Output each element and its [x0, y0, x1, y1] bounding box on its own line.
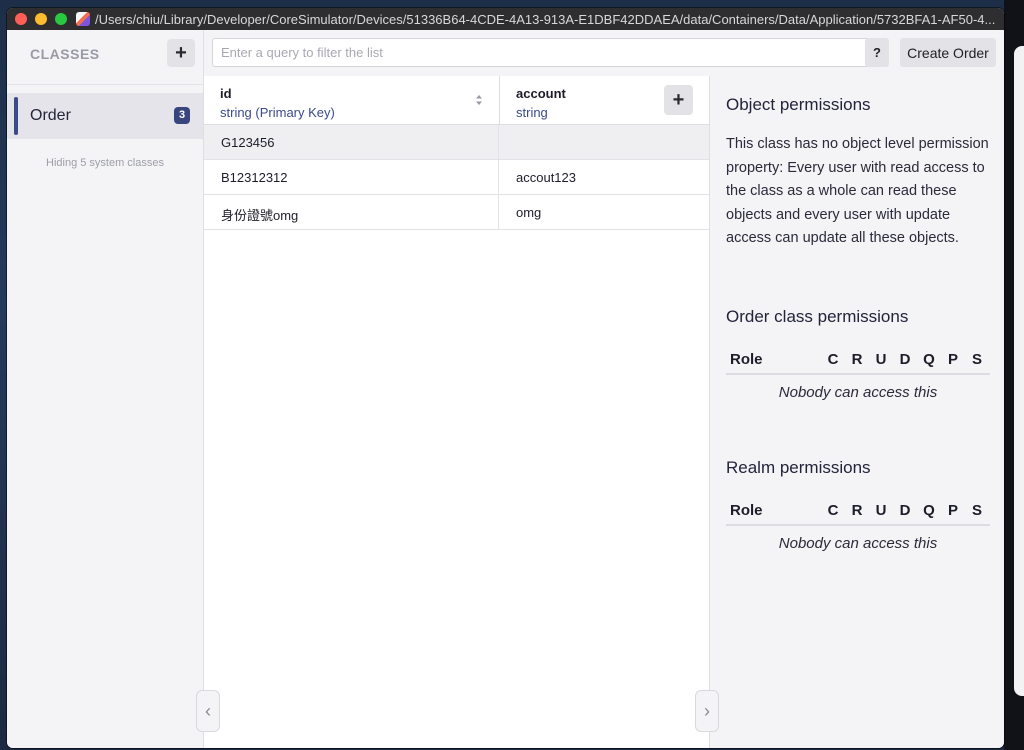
column-name: account: [516, 86, 566, 101]
objects-table: id string (Primary Key) account string +…: [204, 76, 709, 748]
column-type: string: [516, 105, 548, 120]
cell-id[interactable]: G123456: [204, 125, 499, 159]
permission-letters: C R U D Q P S: [827, 502, 982, 519]
permission-letters: C R U D Q P S: [827, 351, 982, 368]
class-name: Order: [30, 107, 71, 124]
cell-account[interactable]: omg: [499, 195, 709, 229]
sidebar-title: CLASSES: [30, 46, 100, 62]
column-type: string (Primary Key): [220, 105, 335, 120]
table-row[interactable]: B12312312 accout123: [204, 160, 709, 195]
zoom-window-button[interactable]: [55, 13, 67, 25]
title-bar: /Users/chiu/Library/Developer/CoreSimula…: [7, 8, 1004, 31]
minimize-window-button[interactable]: [35, 13, 47, 25]
sidebar-header: CLASSES +: [7, 30, 203, 85]
chevron-right-icon[interactable]: ›: [695, 690, 719, 732]
cell-id[interactable]: 身份證號omg: [204, 195, 499, 229]
sidebar-item-order[interactable]: Order 3: [7, 93, 203, 139]
column-name: id: [220, 86, 232, 101]
object-permissions-title: Object permissions: [726, 95, 871, 114]
class-permissions-title: Order class permissions: [726, 307, 909, 326]
class-permissions-header: Role C R U D Q P S: [726, 347, 990, 375]
object-count-badge: 3: [174, 107, 190, 124]
role-header: Role: [730, 351, 763, 368]
close-window-button[interactable]: [15, 13, 27, 25]
realm-permissions-empty: Nobody can access this: [778, 535, 938, 552]
cell-id[interactable]: B12312312: [204, 160, 499, 194]
query-help-button[interactable]: ?: [865, 38, 889, 67]
table-row[interactable]: 身份證號omg omg: [204, 195, 709, 230]
role-header: Role: [730, 502, 763, 519]
background-window-edge: [1014, 46, 1024, 696]
query-bar: ? Create Order: [204, 30, 1004, 76]
window-title: /Users/chiu/Library/Developer/CoreSimula…: [95, 11, 996, 27]
permissions-panel: Object permissions This class has no obj…: [709, 76, 1004, 748]
table-row[interactable]: G123456: [204, 125, 709, 160]
sort-icon[interactable]: [475, 94, 483, 106]
realm-permissions-title: Realm permissions: [726, 458, 871, 477]
selection-indicator: [14, 97, 18, 135]
chevron-left-icon[interactable]: ‹: [196, 690, 220, 732]
cell-account[interactable]: [499, 125, 709, 159]
hiding-system-classes-note[interactable]: Hiding 5 system classes: [7, 157, 203, 169]
cell-account[interactable]: accout123: [499, 160, 709, 194]
realm-app-icon: [76, 12, 90, 26]
classes-sidebar: CLASSES + Order 3 Hiding 5 system classe…: [7, 30, 204, 748]
add-class-button[interactable]: +: [167, 39, 195, 67]
object-permissions-text: This class has no object level permissio…: [726, 136, 989, 247]
app-window: /Users/chiu/Library/Developer/CoreSimula…: [7, 8, 1004, 748]
column-header-id[interactable]: id string (Primary Key): [204, 76, 500, 125]
add-property-button[interactable]: +: [664, 85, 693, 115]
create-order-button[interactable]: Create Order: [900, 38, 996, 67]
class-permissions-empty: Nobody can access this: [778, 384, 938, 401]
query-input[interactable]: [212, 38, 872, 67]
realm-permissions-header: Role C R U D Q P S: [726, 498, 990, 526]
